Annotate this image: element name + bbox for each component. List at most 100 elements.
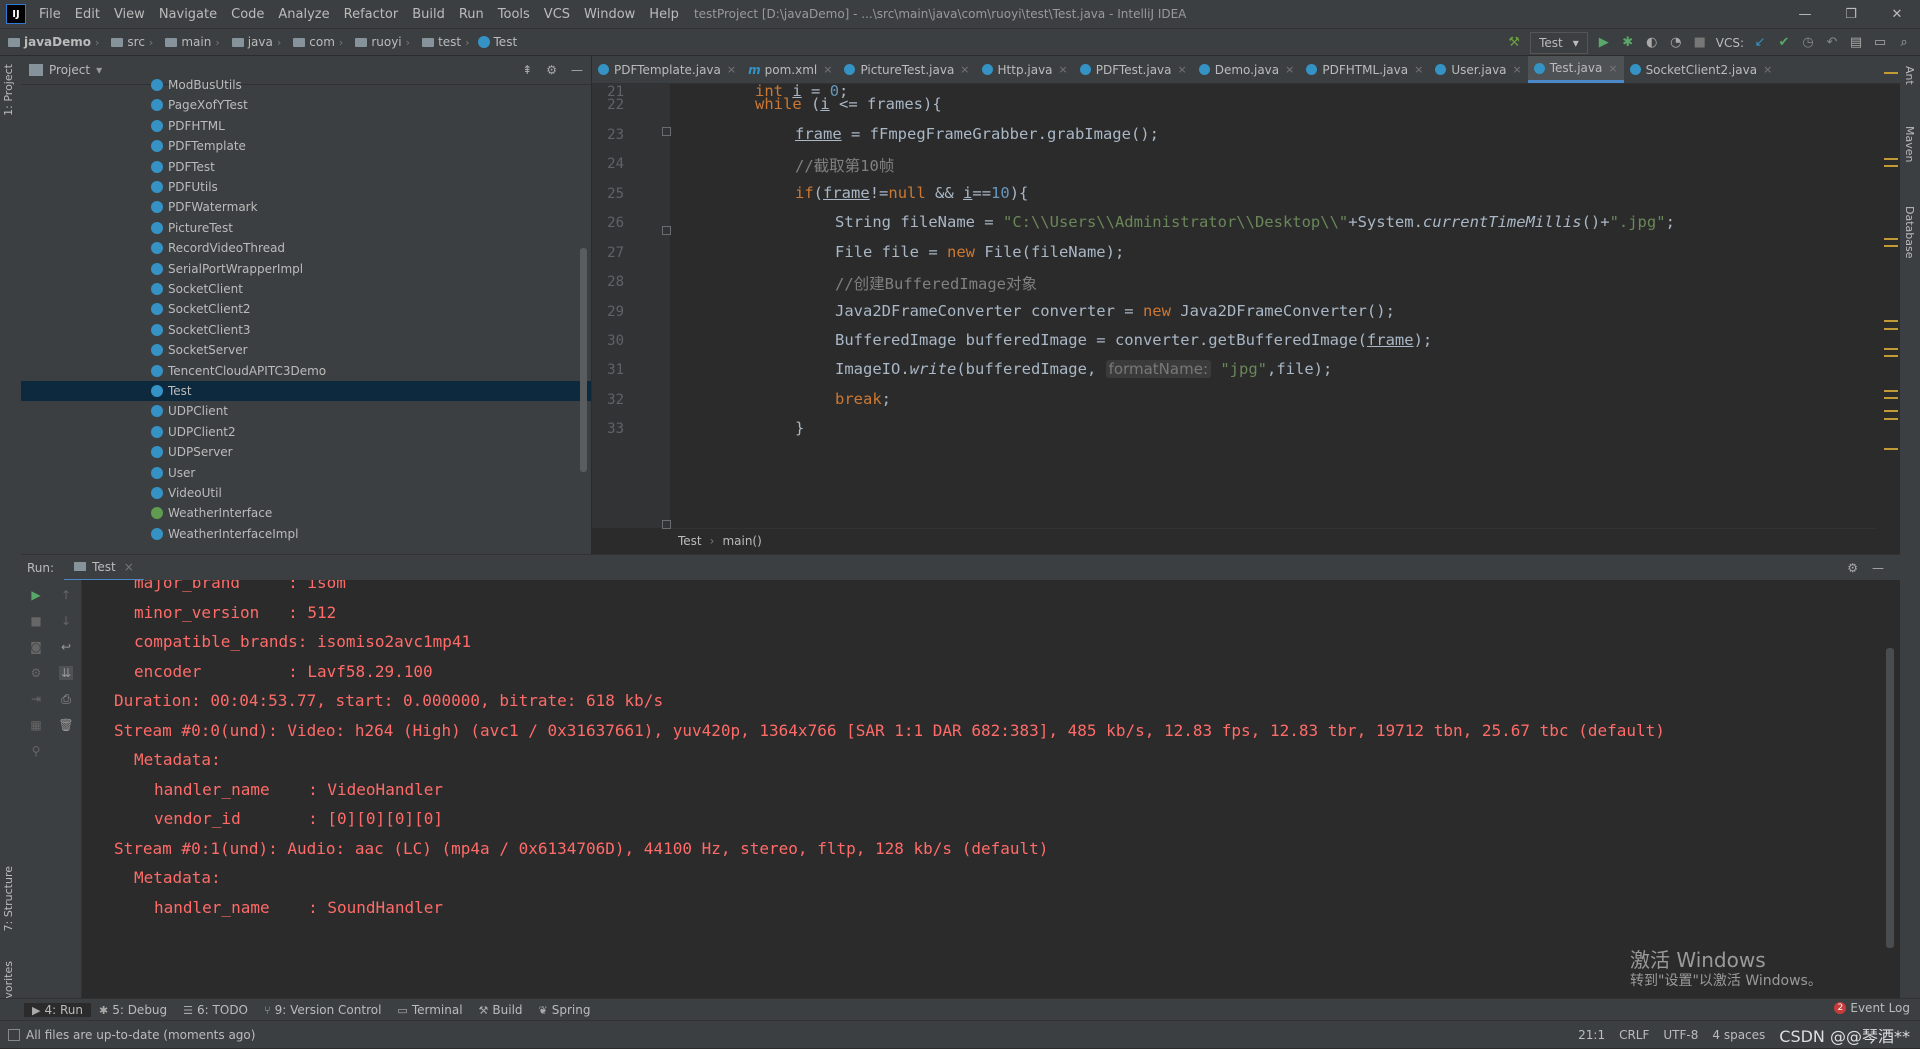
fold-marker-icon[interactable] — [662, 520, 671, 529]
restore-icon[interactable]: ❐ — [1828, 0, 1874, 28]
code-breadcrumb-class[interactable]: Test — [678, 534, 702, 548]
close-icon[interactable]: × — [1178, 63, 1187, 76]
tree-item[interactable]: WeatherInterfaceImpl — [21, 524, 591, 544]
close-icon[interactable]: × — [1285, 63, 1294, 76]
tool-window-button[interactable]: ⚒ Build — [471, 1003, 531, 1017]
stop-icon[interactable]: ■ — [29, 614, 43, 628]
close-icon[interactable]: × — [960, 63, 969, 76]
tool-window-button[interactable]: ❦ Spring — [531, 1003, 599, 1017]
tree-item[interactable]: SerialPortWrapperImpl — [21, 259, 591, 279]
tree-item[interactable]: SocketClient — [21, 279, 591, 299]
close-icon[interactable]: × — [1608, 62, 1617, 75]
tree-item[interactable]: PictureTest — [21, 218, 591, 238]
tree-item[interactable]: SocketServer — [21, 340, 591, 360]
warning-marker[interactable] — [1884, 390, 1898, 392]
event-log[interactable]: 2 Event Log — [1834, 1001, 1910, 1015]
menu-item-refactor[interactable]: Refactor — [337, 7, 406, 22]
exit-icon[interactable]: ⇥ — [29, 692, 43, 706]
close-icon[interactable]: ✕ — [1874, 0, 1920, 28]
warning-marker[interactable] — [1884, 348, 1898, 350]
tree-item[interactable]: TencentCloudAPITC3Demo — [21, 361, 591, 381]
close-icon[interactable]: × — [1763, 63, 1772, 76]
vcs-update-icon[interactable]: ↙ — [1752, 35, 1768, 51]
database-side-tab[interactable]: Database — [1903, 206, 1916, 259]
tree-item[interactable]: WeatherInterface — [21, 503, 591, 523]
breadcrumb-item[interactable]: com — [309, 35, 335, 49]
editor-tab[interactable]: PDFTest.java × — [1074, 56, 1193, 83]
warning-marker[interactable] — [1884, 355, 1898, 357]
tree-item[interactable]: RecordVideoThread — [21, 238, 591, 258]
editor-tab[interactable]: PDFTemplate.java × — [592, 56, 742, 83]
rerun-icon[interactable]: ▶ — [29, 588, 43, 602]
editor-tab[interactable]: SocketClient2.java × — [1624, 56, 1779, 83]
tree-item[interactable]: PDFTest — [21, 157, 591, 177]
breadcrumb-item[interactable]: ruoyi — [371, 35, 401, 49]
editor-tab[interactable]: Test.java × — [1527, 56, 1624, 83]
close-icon[interactable]: × — [124, 560, 134, 574]
console-output[interactable]: major_brand : isom minor_version : 512 com… — [82, 580, 1900, 998]
warning-marker[interactable] — [1884, 328, 1898, 330]
tree-item[interactable]: ModBusUtils — [21, 75, 591, 95]
tree-item[interactable]: Test — [21, 381, 591, 401]
breadcrumb-item[interactable]: main — [181, 35, 211, 49]
fold-marker-icon[interactable] — [662, 226, 671, 235]
trash-icon[interactable]: 🗑 — [58, 718, 73, 732]
tree-item[interactable]: UDPClient — [21, 401, 591, 421]
tool-window-button[interactable]: ✱ 5: Debug — [91, 1003, 175, 1017]
breadcrumb-item[interactable]: java — [248, 35, 273, 49]
warning-marker[interactable] — [1884, 165, 1898, 167]
coverage-icon[interactable]: ◐ — [1644, 35, 1660, 51]
tree-item[interactable]: VideoUtil — [21, 483, 591, 503]
maven-side-tab[interactable]: Maven — [1903, 126, 1916, 162]
editor-tab[interactable]: m pom.xml × — [742, 56, 838, 83]
breadcrumb-item[interactable]: test — [438, 35, 461, 49]
menu-item-build[interactable]: Build — [405, 7, 452, 22]
code-editor[interactable]: int i = 0; while (i <= frames){ frame = … — [670, 84, 1870, 528]
close-icon[interactable]: × — [727, 63, 736, 76]
hide-icon[interactable]: — — [1872, 561, 1884, 575]
build-hammer-icon[interactable]: ⚒ — [1506, 35, 1522, 51]
menu-item-navigate[interactable]: Navigate — [152, 7, 224, 22]
warning-marker[interactable] — [1884, 418, 1898, 420]
warning-marker[interactable] — [1884, 320, 1898, 322]
menu-item-run[interactable]: Run — [452, 7, 491, 22]
project-scrollbar[interactable] — [580, 248, 587, 472]
line-separator[interactable]: CRLF — [1619, 1028, 1649, 1042]
close-icon[interactable]: × — [1414, 63, 1423, 76]
close-icon[interactable]: × — [1059, 63, 1068, 76]
breadcrumb-item[interactable]: javaDemo — [24, 35, 91, 49]
indent-setting[interactable]: 4 spaces — [1712, 1028, 1765, 1042]
breadcrumb-item[interactable]: src — [127, 35, 145, 49]
debug-icon[interactable]: ✱ — [1620, 35, 1636, 51]
profile-icon[interactable]: ◔ — [1668, 35, 1684, 51]
breadcrumb-item[interactable]: Test — [494, 35, 518, 49]
arrow-up-icon[interactable]: ↑ — [59, 588, 73, 602]
console-scrollbar[interactable] — [1886, 648, 1894, 948]
rollback-icon[interactable]: ↶ — [1824, 35, 1840, 51]
code-breadcrumb-method[interactable]: main() — [722, 534, 761, 548]
restore-layout-icon[interactable]: ▦ — [29, 718, 43, 732]
thread-dump-icon[interactable]: ⚙ — [29, 666, 43, 680]
tool-window-button[interactable]: ▶ 4: Run — [24, 1003, 91, 1017]
menu-item-window[interactable]: Window — [577, 7, 642, 22]
tree-item[interactable]: PDFTemplate — [21, 136, 591, 156]
structure-side-tab[interactable]: 7: Structure — [2, 866, 15, 931]
warning-marker[interactable] — [1884, 448, 1898, 450]
project-structure-icon[interactable]: ▤ — [1848, 35, 1864, 51]
minimize-icon[interactable]: — — [1782, 0, 1828, 28]
warning-marker[interactable] — [1884, 238, 1898, 240]
menu-item-code[interactable]: Code — [224, 7, 271, 22]
print-icon[interactable]: ⎙ — [59, 692, 73, 706]
gear-icon[interactable]: ⚙ — [1847, 561, 1858, 575]
editor-tab[interactable]: PictureTest.java × — [838, 56, 975, 83]
menu-item-tools[interactable]: Tools — [491, 7, 537, 22]
run-tab-test[interactable]: Test × — [64, 555, 144, 582]
tool-window-button[interactable]: ☰ 6: TODO — [175, 1003, 256, 1017]
menu-item-vcs[interactable]: VCS — [537, 7, 577, 22]
editor-tab[interactable]: PDFHTML.java × — [1300, 56, 1429, 83]
stop-icon[interactable]: ■ — [1692, 35, 1708, 51]
warning-marker[interactable] — [1884, 410, 1898, 412]
menu-item-analyze[interactable]: Analyze — [271, 7, 336, 22]
warning-marker[interactable] — [1884, 245, 1898, 247]
search-icon[interactable]: ⌕ — [1896, 35, 1912, 51]
